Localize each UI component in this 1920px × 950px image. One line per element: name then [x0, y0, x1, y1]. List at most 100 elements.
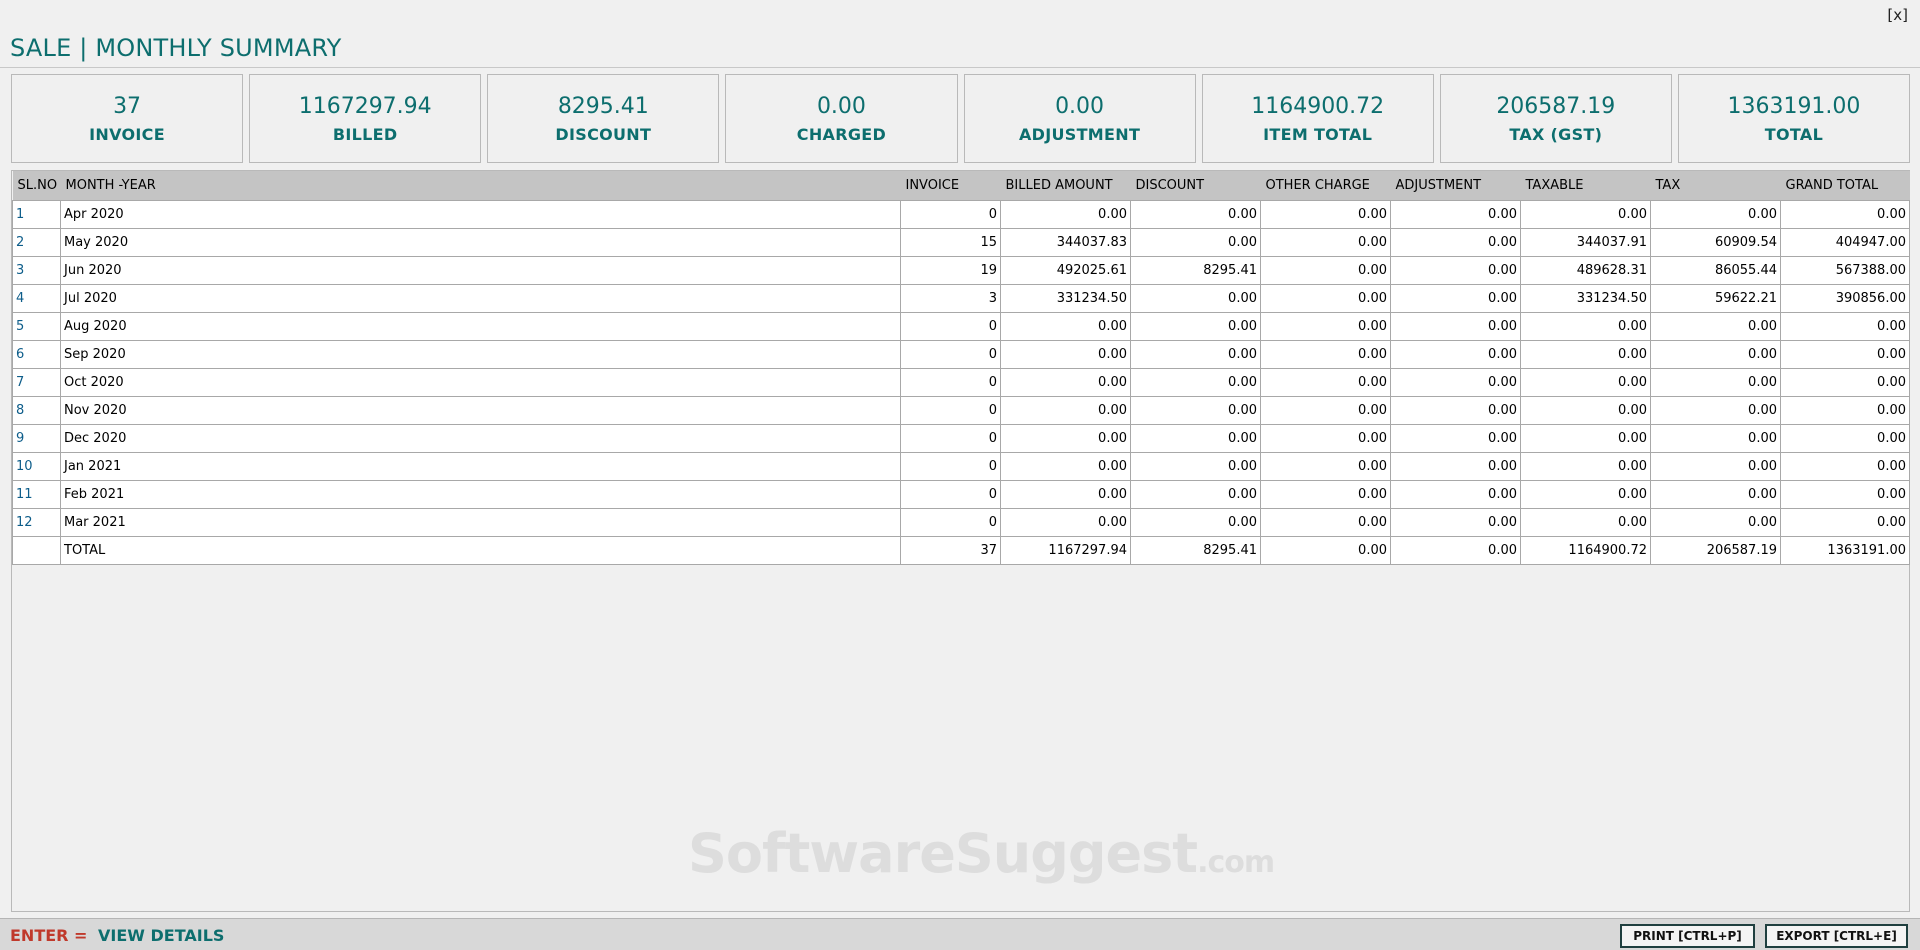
column-header-grand-total[interactable]: GRAND TOTAL [1780, 171, 1910, 200]
cell-invoice: 0 [900, 507, 1001, 537]
summary-card-adjustment: 0.00 ADJUSTMENT [963, 74, 1196, 163]
cell-discount: 0.00 [1130, 227, 1261, 257]
cell-grand-total: 0.00 [1780, 395, 1910, 425]
column-header-taxable[interactable]: TAXABLE [1520, 171, 1651, 200]
cell-taxable: 0.00 [1520, 199, 1651, 229]
cell-adjustment: 0.00 [1390, 507, 1521, 537]
cell-adjustment: 0.00 [1390, 255, 1521, 285]
monthly-grid-panel: SL.NO MONTH -YEAR INVOICE BILLED AMOUNT … [11, 170, 1910, 912]
cell-tax: 86055.44 [1650, 255, 1781, 285]
table-row[interactable]: 9 Dec 2020 0 0.00 0.00 0.00 0.00 0.00 0.00 0.00 [12, 423, 1910, 453]
cell-tax: 0.00 [1650, 479, 1781, 509]
print-button[interactable]: PRINT [CTRL+P] [1620, 924, 1755, 948]
table-row[interactable]: 8 Nov 2020 0 0.00 0.00 0.00 0.00 0.00 0.00 0.00 [12, 395, 1910, 425]
summary-card-billed: 1167297.94 BILLED [249, 74, 482, 163]
cell-month-year: Jul 2020 [60, 283, 901, 313]
column-header-tax[interactable]: TAX [1650, 171, 1781, 200]
watermark-suffix: .com [1197, 845, 1275, 880]
footer-bar: ENTER = VIEW DETAILS PRINT [CTRL+P] EXPO… [0, 918, 1920, 950]
table-body: 1 Apr 2020 0 0.00 0.00 0.00 0.00 0.00 0.00 0.00 2… [12, 199, 1910, 565]
cell-discount: 0.00 [1130, 339, 1261, 369]
cell-other-charge: 0.00 [1260, 423, 1391, 453]
column-header-other-charge[interactable]: OTHER CHARGE [1260, 171, 1391, 200]
table-row[interactable]: 7 Oct 2020 0 0.00 0.00 0.00 0.00 0.00 0.00 0.00 [12, 367, 1910, 397]
cell-discount: 8295.41 [1130, 535, 1261, 565]
cell-taxable: 0.00 [1520, 507, 1651, 537]
close-button[interactable]: [x] [1887, 6, 1908, 24]
table-row[interactable]: 1 Apr 2020 0 0.00 0.00 0.00 0.00 0.00 0.00 0.00 [12, 199, 1910, 229]
cell-discount: 0.00 [1130, 283, 1261, 313]
table-row[interactable]: 11 Feb 2021 0 0.00 0.00 0.00 0.00 0.00 0.00 0.00 [12, 479, 1910, 509]
cell-adjustment: 0.00 [1390, 423, 1521, 453]
monthly-summary-window: [x] SALE | MONTHLY SUMMARY 37 INVOICE 11… [0, 0, 1920, 950]
cell-month-year: Dec 2020 [60, 423, 901, 453]
table-row[interactable]: 5 Aug 2020 0 0.00 0.00 0.00 0.00 0.00 0.00 0.00 [12, 311, 1910, 341]
watermark-text: SoftwareSuggest [688, 822, 1198, 885]
cell-taxable: 0.00 [1520, 311, 1651, 341]
column-header-month-year[interactable]: MONTH -YEAR [60, 171, 901, 200]
cell-other-charge: 0.00 [1260, 479, 1391, 509]
cell-adjustment: 0.00 [1390, 339, 1521, 369]
cell-billed-amount: 344037.83 [1000, 227, 1131, 257]
cell-invoice: 0 [900, 479, 1001, 509]
column-header-sl-no[interactable]: SL.NO [12, 171, 61, 200]
cell-grand-total: 0.00 [1780, 367, 1910, 397]
table-row[interactable]: 3 Jun 2020 19 492025.61 8295.41 0.00 0.00 48962… [12, 255, 1910, 285]
cell-month-year: Sep 2020 [60, 339, 901, 369]
title-divider [0, 67, 1920, 68]
table-row[interactable]: 2 May 2020 15 344037.83 0.00 0.00 0.00 344037.9… [12, 227, 1910, 257]
card-label: CHARGED [796, 125, 887, 144]
cell-grand-total: 0.00 [1780, 199, 1910, 229]
cell-month-year: Feb 2021 [60, 479, 901, 509]
cell-billed-amount: 0.00 [1000, 451, 1131, 481]
cell-month-year: May 2020 [60, 227, 901, 257]
cell-invoice: 3 [900, 283, 1001, 313]
cell-sl-no: 3 [12, 255, 61, 285]
cell-taxable: 489628.31 [1520, 255, 1651, 285]
cell-adjustment: 0.00 [1390, 311, 1521, 341]
cell-grand-total: 0.00 [1780, 423, 1910, 453]
cell-grand-total: 567388.00 [1780, 255, 1910, 285]
card-label: DISCOUNT [555, 125, 652, 144]
cell-billed-amount: 0.00 [1000, 423, 1131, 453]
column-header-invoice[interactable]: INVOICE [900, 171, 1001, 200]
cell-other-charge: 0.00 [1260, 535, 1391, 565]
cell-taxable: 0.00 [1520, 339, 1651, 369]
card-label: ADJUSTMENT [1018, 125, 1141, 144]
table-total-row[interactable]: TOTAL 37 1167297.94 8295.41 0.00 0.00 1164900.… [12, 535, 1910, 565]
table-row[interactable]: 6 Sep 2020 0 0.00 0.00 0.00 0.00 0.00 0.00 0.00 [12, 339, 1910, 369]
cell-tax: 0.00 [1650, 339, 1781, 369]
cell-adjustment: 0.00 [1390, 535, 1521, 565]
cell-sl-no: 1 [12, 199, 61, 229]
column-header-discount[interactable]: DISCOUNT [1130, 171, 1261, 200]
cell-other-charge: 0.00 [1260, 339, 1391, 369]
card-label: BILLED [332, 125, 398, 144]
export-button[interactable]: EXPORT [CTRL+E] [1765, 924, 1908, 948]
column-header-billed-amount[interactable]: BILLED AMOUNT [1000, 171, 1131, 200]
cell-month-year: Apr 2020 [60, 199, 901, 229]
cell-sl-no: 2 [12, 227, 61, 257]
card-label: TOTAL [1764, 125, 1824, 144]
cell-sl-no [12, 535, 61, 565]
cell-invoice: 19 [900, 255, 1001, 285]
cell-adjustment: 0.00 [1390, 367, 1521, 397]
cell-grand-total: 0.00 [1780, 507, 1910, 537]
cell-discount: 0.00 [1130, 311, 1261, 341]
cell-sl-no: 11 [12, 479, 61, 509]
cell-other-charge: 0.00 [1260, 255, 1391, 285]
cell-tax: 206587.19 [1650, 535, 1781, 565]
cell-tax: 0.00 [1650, 395, 1781, 425]
card-label: TAX (GST) [1509, 125, 1603, 144]
cell-taxable: 331234.50 [1520, 283, 1651, 313]
table-row[interactable]: 4 Jul 2020 3 331234.50 0.00 0.00 0.00 331234.50… [12, 283, 1910, 313]
table-row[interactable]: 10 Jan 2021 0 0.00 0.00 0.00 0.00 0.00 0.00 0.00 [12, 451, 1910, 481]
table-row[interactable]: 12 Mar 2021 0 0.00 0.00 0.00 0.00 0.00 0.00 0.00 [12, 507, 1910, 537]
column-header-adjustment[interactable]: ADJUSTMENT [1390, 171, 1521, 200]
summary-card-charged: 0.00 CHARGED [725, 74, 958, 163]
cell-billed-amount: 331234.50 [1000, 283, 1131, 313]
summary-card-total: 1363191.00 TOTAL [1677, 74, 1910, 163]
cell-sl-no: 5 [12, 311, 61, 341]
cell-tax: 59622.21 [1650, 283, 1781, 313]
view-details-hint: VIEW DETAILS [98, 926, 225, 945]
card-value: 1363191.00 [1727, 94, 1861, 119]
